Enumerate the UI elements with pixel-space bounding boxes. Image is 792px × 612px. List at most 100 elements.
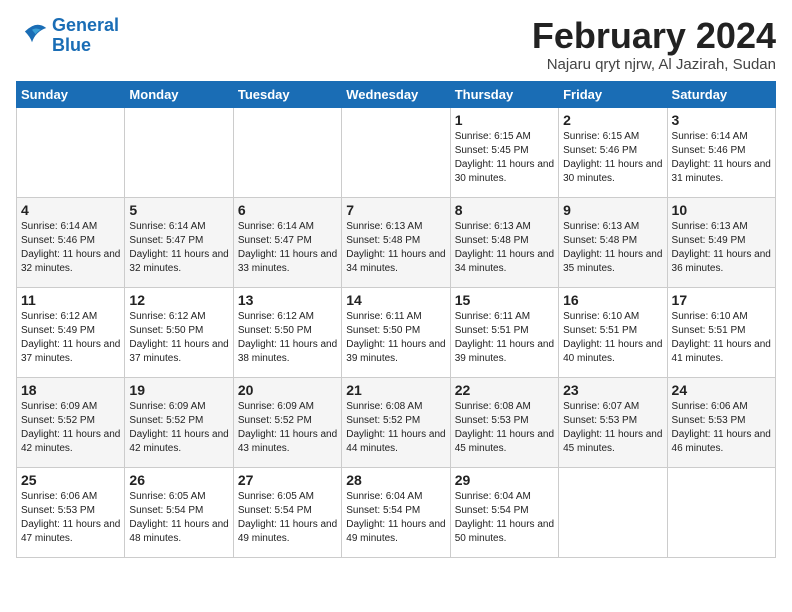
- calendar-cell: 26 Sunrise: 6:05 AMSunset: 5:54 PMDayligh…: [125, 467, 233, 557]
- day-info: Sunrise: 6:14 AMSunset: 5:47 PMDaylight:…: [129, 220, 228, 276]
- day-info: Sunrise: 6:11 AMSunset: 5:50 PMDaylight:…: [346, 310, 445, 366]
- day-info: Sunrise: 6:05 AMSunset: 5:54 PMDaylight:…: [238, 490, 337, 546]
- calendar-cell: 19 Sunrise: 6:09 AMSunset: 5:52 PMDayligh…: [125, 377, 233, 467]
- day-info: Sunrise: 6:08 AMSunset: 5:52 PMDaylight:…: [346, 400, 445, 456]
- day-number: 19: [129, 382, 228, 398]
- day-info: Sunrise: 6:05 AMSunset: 5:54 PMDaylight:…: [129, 490, 228, 546]
- day-info: Sunrise: 6:12 AMSunset: 5:50 PMDaylight:…: [129, 310, 228, 366]
- day-number: 14: [346, 292, 445, 308]
- day-number: 3: [672, 112, 771, 128]
- day-number: 6: [238, 202, 337, 218]
- calendar-cell: 4 Sunrise: 6:14 AMSunset: 5:46 PMDaylight…: [17, 197, 125, 287]
- calendar-cell: 28 Sunrise: 6:04 AMSunset: 5:54 PMDayligh…: [342, 467, 450, 557]
- calendar-cell: [342, 107, 450, 197]
- col-header-monday: Monday: [125, 81, 233, 107]
- logo-line1: General: [52, 15, 119, 35]
- day-info: Sunrise: 6:13 AMSunset: 5:48 PMDaylight:…: [563, 220, 662, 276]
- calendar-cell: 7 Sunrise: 6:13 AMSunset: 5:48 PMDaylight…: [342, 197, 450, 287]
- calendar-cell: 2Sunrise: 6:15 AMSunset: 5:46 PMDaylight…: [559, 107, 667, 197]
- calendar-header: SundayMondayTuesdayWednesdayThursdayFrid…: [17, 81, 776, 107]
- day-number: 16: [563, 292, 662, 308]
- logo-line2: Blue: [52, 35, 91, 55]
- calendar-cell: 1Sunrise: 6:15 AMSunset: 5:45 PMDaylight…: [450, 107, 558, 197]
- day-info: Sunrise: 6:10 AMSunset: 5:51 PMDaylight:…: [672, 310, 771, 366]
- calendar-cell: 24 Sunrise: 6:06 AMSunset: 5:53 PMDayligh…: [667, 377, 775, 467]
- day-number: 28: [346, 472, 445, 488]
- col-header-thursday: Thursday: [450, 81, 558, 107]
- day-info: Sunrise: 6:12 AMSunset: 5:50 PMDaylight:…: [238, 310, 337, 366]
- calendar-cell: 8 Sunrise: 6:13 AMSunset: 5:48 PMDaylight…: [450, 197, 558, 287]
- day-number: 20: [238, 382, 337, 398]
- day-info: Sunrise: 6:11 AMSunset: 5:51 PMDaylight:…: [455, 310, 554, 366]
- logo-icon: [16, 22, 48, 50]
- calendar-cell: 17 Sunrise: 6:10 AMSunset: 5:51 PMDayligh…: [667, 287, 775, 377]
- day-number: 29: [455, 472, 554, 488]
- calendar-cell: 12Sunrise: 6:12 AMSunset: 5:50 PMDayligh…: [125, 287, 233, 377]
- day-info: Sunrise: 6:04 AMSunset: 5:54 PMDaylight:…: [455, 490, 554, 546]
- calendar-cell: 25 Sunrise: 6:06 AMSunset: 5:53 PMDayligh…: [17, 467, 125, 557]
- day-info: Sunrise: 6:13 AMSunset: 5:48 PMDaylight:…: [346, 220, 445, 276]
- day-number: 2: [563, 112, 662, 128]
- day-info: Sunrise: 6:09 AMSunset: 5:52 PMDaylight:…: [129, 400, 228, 456]
- calendar-cell: [233, 107, 341, 197]
- calendar-cell: [17, 107, 125, 197]
- day-number: 9: [563, 202, 662, 218]
- day-info: Sunrise: 6:07 AMSunset: 5:53 PMDaylight:…: [563, 400, 662, 456]
- day-number: 18: [21, 382, 120, 398]
- day-info: Sunrise: 6:12 AMSunset: 5:49 PMDaylight:…: [21, 310, 120, 366]
- day-info: Sunrise: 6:13 AMSunset: 5:49 PMDaylight:…: [672, 220, 771, 276]
- calendar-cell: [125, 107, 233, 197]
- day-info: Sunrise: 6:04 AMSunset: 5:54 PMDaylight:…: [346, 490, 445, 546]
- title-block: February 2024 Najaru qryt njrw, Al Jazir…: [532, 16, 776, 73]
- day-number: 15: [455, 292, 554, 308]
- calendar-cell: 6Sunrise: 6:14 AMSunset: 5:47 PMDaylight…: [233, 197, 341, 287]
- calendar-cell: 15 Sunrise: 6:11 AMSunset: 5:51 PMDayligh…: [450, 287, 558, 377]
- day-number: 26: [129, 472, 228, 488]
- calendar-cell: 5 Sunrise: 6:14 AMSunset: 5:47 PMDaylight…: [125, 197, 233, 287]
- day-number: 21: [346, 382, 445, 398]
- day-number: 13: [238, 292, 337, 308]
- day-info: Sunrise: 6:13 AMSunset: 5:48 PMDaylight:…: [455, 220, 554, 276]
- day-number: 7: [346, 202, 445, 218]
- day-info: Sunrise: 6:06 AMSunset: 5:53 PMDaylight:…: [672, 400, 771, 456]
- day-info: Sunrise: 6:08 AMSunset: 5:53 PMDaylight:…: [455, 400, 554, 456]
- calendar-cell: 27 Sunrise: 6:05 AMSunset: 5:54 PMDayligh…: [233, 467, 341, 557]
- calendar-cell: 3 Sunrise: 6:14 AMSunset: 5:46 PMDaylight…: [667, 107, 775, 197]
- day-number: 4: [21, 202, 120, 218]
- calendar-cell: 16 Sunrise: 6:10 AMSunset: 5:51 PMDayligh…: [559, 287, 667, 377]
- day-number: 25: [21, 472, 120, 488]
- day-info: Sunrise: 6:09 AMSunset: 5:52 PMDaylight:…: [21, 400, 120, 456]
- location: Najaru qryt njrw, Al Jazirah, Sudan: [532, 56, 776, 73]
- day-number: 5: [129, 202, 228, 218]
- calendar-cell: 21 Sunrise: 6:08 AMSunset: 5:52 PMDayligh…: [342, 377, 450, 467]
- col-header-friday: Friday: [559, 81, 667, 107]
- calendar-table: SundayMondayTuesdayWednesdayThursdayFrid…: [16, 81, 776, 558]
- calendar-cell: 11 Sunrise: 6:12 AMSunset: 5:49 PMDayligh…: [17, 287, 125, 377]
- col-header-tuesday: Tuesday: [233, 81, 341, 107]
- calendar-cell: 9 Sunrise: 6:13 AMSunset: 5:48 PMDaylight…: [559, 197, 667, 287]
- col-header-saturday: Saturday: [667, 81, 775, 107]
- day-number: 11: [21, 292, 120, 308]
- day-number: 23: [563, 382, 662, 398]
- day-number: 8: [455, 202, 554, 218]
- calendar-cell: 10Sunrise: 6:13 AMSunset: 5:49 PMDayligh…: [667, 197, 775, 287]
- day-number: 17: [672, 292, 771, 308]
- day-info: Sunrise: 6:10 AMSunset: 5:51 PMDaylight:…: [563, 310, 662, 366]
- day-info: Sunrise: 6:09 AMSunset: 5:52 PMDaylight:…: [238, 400, 337, 456]
- day-number: 24: [672, 382, 771, 398]
- logo: General Blue: [16, 16, 119, 56]
- day-info: Sunrise: 6:14 AMSunset: 5:46 PMDaylight:…: [672, 130, 771, 186]
- calendar-cell: 18 Sunrise: 6:09 AMSunset: 5:52 PMDayligh…: [17, 377, 125, 467]
- day-info: Sunrise: 6:15 AMSunset: 5:45 PMDaylight:…: [455, 130, 554, 186]
- day-info: Sunrise: 6:06 AMSunset: 5:53 PMDaylight:…: [21, 490, 120, 546]
- page-header: General Blue February 2024 Najaru qryt n…: [16, 16, 776, 73]
- calendar-body: 1Sunrise: 6:15 AMSunset: 5:45 PMDaylight…: [17, 107, 776, 557]
- col-header-sunday: Sunday: [17, 81, 125, 107]
- month-title: February 2024: [532, 16, 776, 56]
- calendar-cell: 29 Sunrise: 6:04 AMSunset: 5:54 PMDayligh…: [450, 467, 558, 557]
- day-info: Sunrise: 6:14 AMSunset: 5:46 PMDaylight:…: [21, 220, 120, 276]
- day-number: 27: [238, 472, 337, 488]
- calendar-cell: 22Sunrise: 6:08 AMSunset: 5:53 PMDayligh…: [450, 377, 558, 467]
- col-header-wednesday: Wednesday: [342, 81, 450, 107]
- calendar-cell: 13 Sunrise: 6:12 AMSunset: 5:50 PMDayligh…: [233, 287, 341, 377]
